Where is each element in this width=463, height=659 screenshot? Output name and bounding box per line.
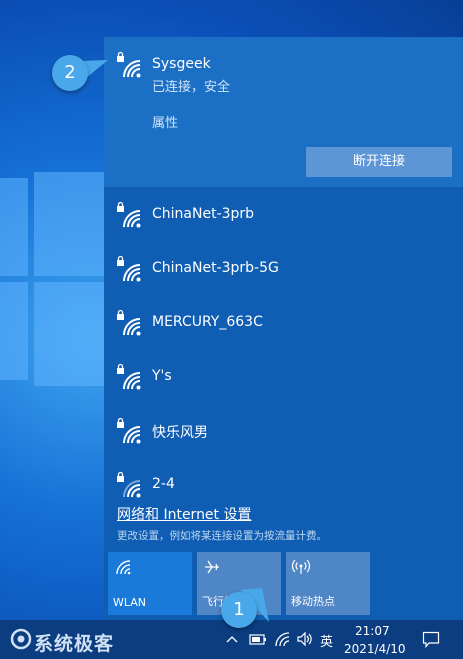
network-name: 快乐风男 <box>152 425 208 441</box>
wifi-secured-weak-icon <box>117 471 141 498</box>
network-settings-link[interactable]: 网络和 Internet 设置 <box>117 504 252 524</box>
properties-link[interactable]: 属性 <box>152 112 178 131</box>
airplane-icon <box>205 560 219 574</box>
network-list-item[interactable]: 快乐风男 <box>104 403 463 457</box>
mobile-hotspot-label: 移动热点 <box>291 595 335 608</box>
wifi-icon <box>116 560 131 575</box>
network-name: ChinaNet-3prb <box>152 206 255 222</box>
wifi-secured-icon <box>117 51 141 78</box>
brand-logo-icon <box>10 628 32 650</box>
network-settings-description: 更改设置，例如将某连接设置为按流量计费。 <box>117 530 327 542</box>
notification-center-icon[interactable] <box>422 631 440 648</box>
network-tray-icon[interactable] <box>274 631 290 647</box>
connected-network-status: 已连接，安全 <box>152 80 231 95</box>
input-method-indicator[interactable]: 英 <box>320 631 333 650</box>
connected-network-name: Sysgeek <box>152 56 211 72</box>
wifi-secured-icon <box>117 417 141 444</box>
network-flyout: Sysgeek 已连接，安全 属性 断开连接 ChinaNet-3prb Chin… <box>104 37 463 620</box>
network-name: ChinaNet-3prb-5G <box>152 260 279 276</box>
network-name: 2-4 <box>152 476 175 492</box>
wifi-secured-icon <box>117 201 141 228</box>
network-name: MERCURY_663C <box>152 314 263 330</box>
battery-icon[interactable] <box>249 632 267 646</box>
mobile-hotspot-toggle[interactable]: 移动热点 <box>286 552 370 615</box>
chevron-up-icon[interactable] <box>226 634 238 644</box>
callout-2: 2 <box>52 55 88 91</box>
network-list-item[interactable]: 2-4 <box>104 457 463 511</box>
network-list-item[interactable]: ChinaNet-3prb-5G <box>104 241 463 295</box>
callout-1: 1 <box>221 592 257 628</box>
wlan-toggle-label: WLAN <box>113 596 147 609</box>
wifi-secured-icon <box>117 309 141 336</box>
connected-network-panel[interactable]: Sysgeek 已连接，安全 属性 断开连接 <box>104 37 463 187</box>
network-name: Y's <box>152 368 172 384</box>
clock-date[interactable]: 2021/4/10 <box>344 642 406 656</box>
clock-time[interactable]: 21:07 <box>355 624 390 638</box>
disconnect-button[interactable]: 断开连接 <box>306 147 452 177</box>
brand-watermark: 系统极客 <box>34 633 115 655</box>
network-list-item[interactable]: ChinaNet-3prb <box>104 187 463 241</box>
wifi-secured-icon <box>117 363 141 390</box>
network-list-item[interactable]: Y's <box>104 349 463 403</box>
windows-logo-wallpaper <box>0 172 110 388</box>
wifi-secured-icon <box>117 255 141 282</box>
wlan-toggle[interactable]: WLAN <box>108 552 192 615</box>
volume-icon[interactable] <box>296 631 314 647</box>
hotspot-icon <box>292 559 310 574</box>
network-list-item[interactable]: MERCURY_663C <box>104 295 463 349</box>
